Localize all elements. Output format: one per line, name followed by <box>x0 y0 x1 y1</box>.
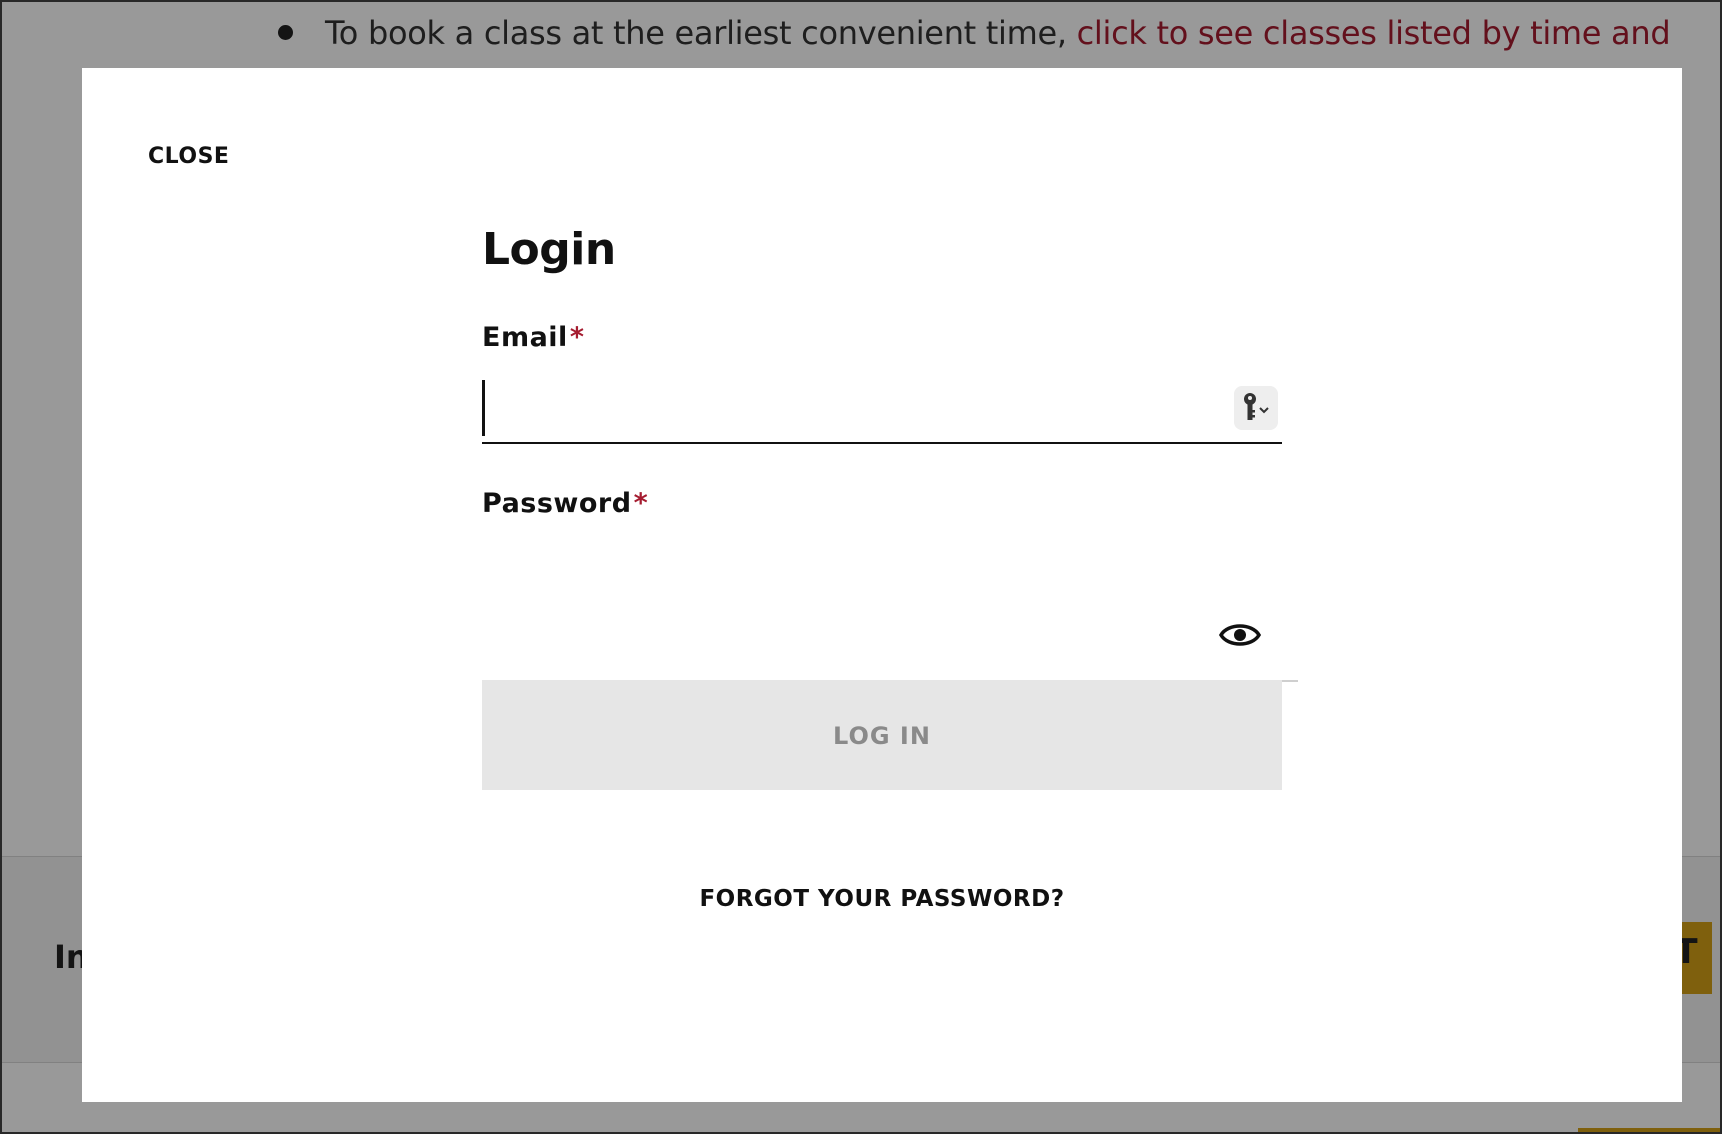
required-asterisk: * <box>633 488 649 519</box>
page: To book a class at the earliest convenie… <box>0 0 1722 1134</box>
password-input[interactable] <box>482 608 1186 666</box>
close-button[interactable]: CLOSE <box>148 144 229 169</box>
forgot-password-link[interactable]: FORGOT YOUR PASSWORD? <box>482 886 1282 912</box>
email-label-text: Email <box>482 322 568 353</box>
password-manager-key-icon[interactable] <box>1234 386 1278 430</box>
email-label: Email* <box>482 322 584 353</box>
email-input[interactable] <box>490 378 1194 438</box>
password-label-text: Password <box>482 488 632 519</box>
password-label: Password* <box>482 488 648 519</box>
log-in-button[interactable]: LOG IN <box>482 680 1282 790</box>
email-field[interactable] <box>482 374 1282 444</box>
login-modal: CLOSE Login Email* Password* LOG IN FORG… <box>82 68 1682 1102</box>
required-asterisk: * <box>569 322 585 353</box>
eye-icon <box>1218 624 1262 646</box>
login-title: Login <box>482 224 616 275</box>
password-field[interactable] <box>482 588 1298 682</box>
text-caret <box>482 380 485 436</box>
show-password-toggle[interactable] <box>1218 618 1262 652</box>
key-icon <box>1244 393 1269 420</box>
